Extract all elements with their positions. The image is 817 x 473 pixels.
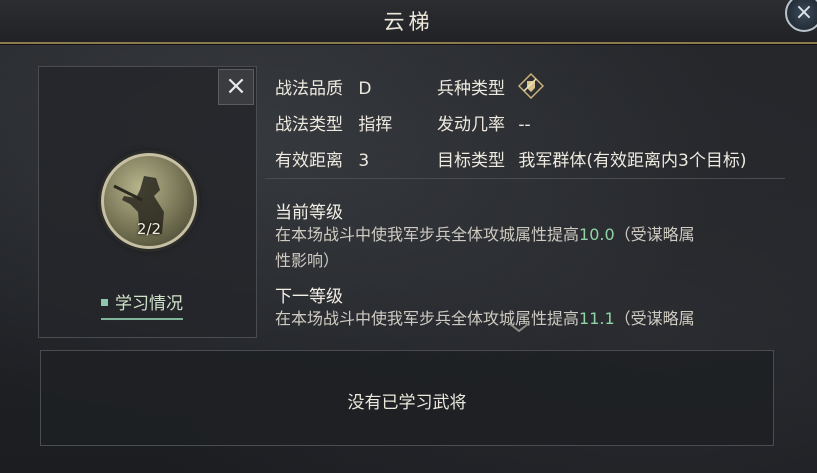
current-desc-prefix: 在本场战斗中使我军步兵全体攻城属性提高: [275, 225, 580, 244]
next-desc-suffix: （受谋略属: [614, 309, 695, 328]
learned-generals-panel: 没有已学习武将: [40, 350, 774, 446]
quality-row: 战法品质 D: [275, 74, 372, 99]
study-status-label: 学习情况: [115, 294, 183, 314]
bullet-icon: [101, 298, 108, 306]
target-row: 目标类型 我军群体(有效距离内3个目标): [437, 146, 747, 171]
range-value: 3: [358, 151, 370, 171]
skill-type-row: 战法类型 指挥: [275, 110, 392, 135]
title-bar: 云梯: [0, 0, 817, 44]
skill-type-value: 指挥: [358, 115, 393, 135]
next-level-description: 在本场战斗中使我军步兵全体攻城属性提高11.1（受谋略属: [275, 306, 785, 332]
chevron-down-icon[interactable]: [508, 322, 530, 338]
general-portrait[interactable]: 2/2: [101, 153, 197, 249]
current-level-heading: 当前等级: [275, 203, 343, 223]
infantry-shield-icon[interactable]: [518, 72, 545, 100]
troop-label: 兵种类型: [437, 79, 505, 99]
page-title: 云梯: [383, 10, 434, 34]
troop-row: 兵种类型: [437, 72, 545, 102]
next-level-heading: 下一等级: [275, 287, 343, 307]
skill-type-label: 战法类型: [275, 115, 343, 135]
current-desc-line2: 性影响）: [275, 251, 340, 270]
trigger-rate-label: 发动几率: [437, 115, 505, 135]
current-value: 10.0: [579, 225, 615, 244]
target-label: 目标类型: [437, 151, 505, 171]
current-desc-suffix: （受谋略属: [614, 225, 695, 244]
trigger-rate-row: 发动几率 --: [437, 110, 531, 135]
quality-value: D: [358, 79, 372, 99]
general-panel: × 2/2 学习情况: [38, 66, 257, 338]
range-row: 有效距离 3: [275, 146, 369, 171]
panel-close-button[interactable]: ×: [218, 69, 254, 105]
next-value: 11.1: [579, 309, 615, 328]
close-icon: ×: [225, 71, 247, 101]
next-desc-prefix: 在本场战斗中使我军步兵全体攻城属性提高: [275, 309, 580, 328]
quality-label: 战法品质: [275, 79, 343, 99]
study-status-link[interactable]: 学习情况: [101, 289, 183, 320]
target-value: 我军群体(有效距离内3个目标): [518, 151, 747, 171]
level-count: 2/2: [136, 220, 162, 238]
trigger-rate-value: --: [518, 115, 531, 135]
range-label: 有效距离: [275, 151, 343, 171]
empty-message: 没有已学习武将: [347, 393, 467, 413]
close-icon: ×: [794, 0, 814, 25]
current-level-description: 在本场战斗中使我军步兵全体攻城属性提高10.0（受谋略属 性影响）: [275, 222, 785, 274]
divider: [265, 178, 785, 179]
